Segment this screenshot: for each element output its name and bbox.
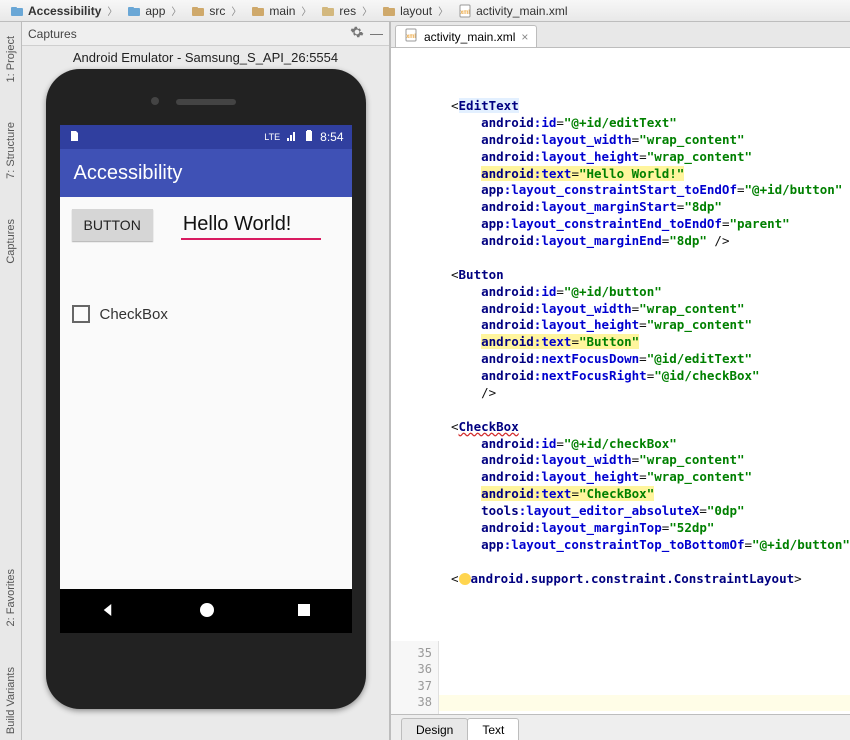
design-text-tabs: Design Text <box>391 714 850 740</box>
crumb-src[interactable]: src 〉 <box>187 3 247 18</box>
gutter: 35 36 37 38 <box>391 641 439 714</box>
chevron-right-icon: 〉 <box>360 3 374 18</box>
highlight-row <box>439 695 850 711</box>
crumb-label: Accessibility <box>28 4 101 18</box>
chevron-right-icon: 〉 <box>436 3 450 18</box>
folder-icon <box>382 4 396 18</box>
sample-checkbox-row[interactable]: CheckBox <box>72 305 340 323</box>
code-area[interactable]: <EditText android:id="@+id/editText" and… <box>391 48 850 714</box>
folder-icon <box>251 4 265 18</box>
checkbox-label: CheckBox <box>100 306 168 323</box>
folder-icon <box>321 4 335 18</box>
tab-text[interactable]: Text <box>467 718 519 740</box>
captures-title: Captures <box>28 27 77 41</box>
chevron-right-icon: 〉 <box>105 3 119 18</box>
folder-icon <box>191 4 205 18</box>
folder-icon <box>10 4 24 18</box>
nav-back-icon[interactable] <box>100 601 118 622</box>
nav-home-icon[interactable] <box>198 601 216 622</box>
svg-text:xml: xml <box>406 34 415 40</box>
lte-label: LTE <box>264 132 280 142</box>
sample-edittext[interactable] <box>181 211 321 240</box>
android-status-bar: LTE 8:54 <box>60 125 352 149</box>
signal-icon <box>286 130 298 145</box>
app-bar: Accessibility <box>60 149 352 197</box>
crumb-label: res <box>339 4 356 18</box>
emulator-title: Android Emulator - Samsung_S_API_26:5554 <box>22 46 389 69</box>
editor-tab[interactable]: xml activity_main.xml × <box>395 25 537 47</box>
app-content: BUTTON CheckBox <box>60 197 352 335</box>
captures-header: Captures — <box>22 22 389 46</box>
crumb-layout[interactable]: layout 〉 <box>378 3 454 18</box>
tab-build-variants[interactable]: Build Variants <box>5 661 17 740</box>
battery-icon <box>304 130 314 145</box>
tab-favorites[interactable]: 2: Favorites <box>5 563 17 632</box>
phone-speaker-icon <box>176 99 236 105</box>
nav-recent-icon[interactable] <box>296 602 312 621</box>
chevron-right-icon: 〉 <box>229 3 243 18</box>
chevron-right-icon: 〉 <box>299 3 313 18</box>
svg-text:xml: xml <box>460 10 469 16</box>
phone-frame: LTE 8:54 Accessibility BUTTON <box>46 69 366 709</box>
crumb-label: app <box>145 4 165 18</box>
app-title: Accessibility <box>74 162 183 185</box>
folder-icon <box>127 4 141 18</box>
tool-window-tabs: 1: Project 7: Structure Captures 2: Favo… <box>0 22 22 740</box>
android-nav-bar <box>60 589 352 633</box>
tab-project[interactable]: 1: Project <box>5 30 17 88</box>
breadcrumb-bar: Accessibility 〉 app 〉 src 〉 main 〉 res 〉 layo… <box>0 0 850 22</box>
crumb-label: src <box>209 4 225 18</box>
close-icon[interactable]: × <box>521 30 528 44</box>
phone-camera-icon <box>151 97 159 105</box>
crumb-label: main <box>269 4 295 18</box>
lightbulb-icon[interactable] <box>459 573 471 585</box>
clock-label: 8:54 <box>320 130 343 144</box>
chevron-right-icon: 〉 <box>169 3 183 18</box>
tab-design[interactable]: Design <box>401 718 468 740</box>
tab-structure[interactable]: 7: Structure <box>5 116 17 185</box>
gear-icon[interactable] <box>350 25 364 42</box>
crumb-file[interactable]: xml activity_main.xml <box>454 4 571 18</box>
sample-button[interactable]: BUTTON <box>72 209 153 241</box>
crumb-label: activity_main.xml <box>476 4 567 18</box>
editor-tab-bar: xml activity_main.xml × <box>391 22 850 48</box>
phone-screen: LTE 8:54 Accessibility BUTTON <box>60 125 352 633</box>
editor-tab-label: activity_main.xml <box>424 30 515 44</box>
tab-captures[interactable]: Captures <box>5 213 17 270</box>
crumb-main[interactable]: main 〉 <box>247 3 317 18</box>
hide-icon[interactable]: — <box>370 26 383 41</box>
crumb-app[interactable]: app 〉 <box>123 3 187 18</box>
crumb-label: layout <box>400 4 432 18</box>
sd-card-icon <box>68 130 80 145</box>
crumb-project[interactable]: Accessibility 〉 <box>6 3 123 18</box>
xml-file-icon: xml <box>458 4 472 18</box>
checkbox-icon[interactable] <box>72 305 90 323</box>
xml-file-icon: xml <box>404 28 418 45</box>
code-editor: xml activity_main.xml × <EditText androi… <box>390 22 850 740</box>
captures-panel: Captures — Android Emulator - Samsung_S_… <box>22 22 390 740</box>
crumb-res[interactable]: res 〉 <box>317 3 378 18</box>
